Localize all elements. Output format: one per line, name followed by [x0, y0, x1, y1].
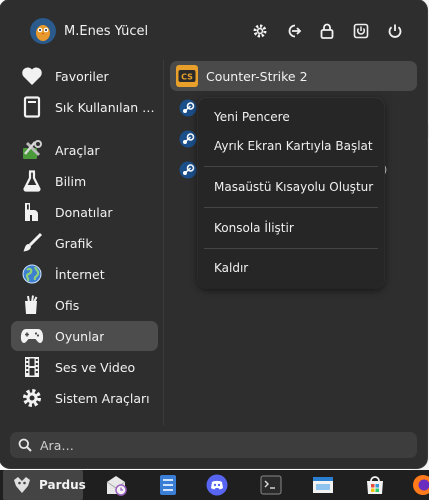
- sidebar-item-sistem-araclari[interactable]: Sistem Araçları: [11, 383, 158, 413]
- sidebar-item-label: Ofis: [55, 297, 80, 313]
- app-counter-strike-2[interactable]: CS Counter-Strike 2: [170, 61, 417, 91]
- context-item-remove[interactable]: Kaldır: [214, 261, 248, 275]
- search-bar[interactable]: [10, 432, 417, 458]
- sidebar-item-label: Oyunlar: [55, 328, 105, 344]
- heart-icon: [20, 64, 44, 88]
- power-icon[interactable]: [386, 22, 404, 40]
- lock-icon[interactable]: [318, 22, 336, 40]
- username: M.Enes Yücel: [64, 23, 149, 39]
- sidebar-item-ofis[interactable]: Ofis: [11, 290, 158, 320]
- start-label: Pardus: [39, 478, 86, 492]
- app-label: Counter-Strike 2: [206, 68, 308, 84]
- sidebar-item-label: Ses ve Video: [55, 359, 136, 375]
- settings-icon[interactable]: [251, 22, 269, 40]
- window-icon[interactable]: [312, 474, 334, 496]
- gear-icon: [20, 386, 44, 410]
- sidebar-item-label: Favoriler: [55, 68, 109, 84]
- sidebar-item-label: Sık Kullanılan Uygulamalar: [55, 99, 158, 115]
- owl-avatar-icon: [30, 18, 56, 44]
- steam-icon[interactable]: [179, 130, 197, 148]
- user-header: M.Enes Yücel: [30, 17, 148, 45]
- file-manager-icon[interactable]: [157, 474, 179, 496]
- search-input[interactable]: [38, 436, 402, 454]
- accessories-icon: [20, 200, 44, 224]
- sidebar-item-araclar[interactable]: Araçlar: [11, 135, 158, 165]
- context-separator: [204, 207, 378, 208]
- panel-divider: [163, 60, 164, 425]
- context-item-desktop-shortcut[interactable]: Masaüstü Kısayolu Oluştur: [214, 180, 373, 194]
- discord-icon[interactable]: [206, 474, 228, 496]
- sidebar-item-label: İnternet: [55, 266, 105, 282]
- sidebar-item-oyunlar[interactable]: Oyunlar: [11, 321, 158, 351]
- globe-icon: [20, 262, 44, 286]
- sidebar-item-donatilar[interactable]: Donatılar: [11, 197, 158, 227]
- flask-icon: [20, 169, 44, 193]
- brush-icon: [20, 231, 44, 255]
- steam-icon[interactable]: [179, 161, 197, 179]
- firefox-icon[interactable]: [412, 474, 429, 496]
- sidebar-item-label: Grafik: [55, 235, 93, 251]
- film-icon: [20, 355, 44, 379]
- logout-icon[interactable]: [285, 22, 303, 40]
- mail-clock-icon[interactable]: [105, 474, 127, 496]
- steam-icon[interactable]: [179, 99, 197, 117]
- document-icon: [20, 95, 44, 119]
- restart-icon[interactable]: [352, 22, 370, 40]
- office-icon: [20, 293, 44, 317]
- application-menu: M.Enes Yücel Favoriler Sık Kullanılan Uy…: [0, 0, 427, 468]
- context-item-new-window[interactable]: Yeni Pencere: [214, 110, 290, 124]
- context-separator: [204, 248, 378, 249]
- sidebar-item-favoriler[interactable]: Favoriler: [11, 61, 158, 91]
- context-item-dedicated-gpu[interactable]: Ayrık Ekran Kartıyla Başlat: [214, 139, 373, 153]
- terminal-icon[interactable]: [260, 474, 282, 496]
- context-item-attach-console[interactable]: Konsola İliştir: [214, 221, 294, 235]
- tools-icon: [20, 138, 44, 162]
- sidebar-item-sik-kullanilan[interactable]: Sık Kullanılan Uygulamalar: [11, 92, 158, 122]
- svg-text:CS: CS: [181, 73, 193, 82]
- context-separator: [204, 166, 378, 167]
- cs2-icon: CS: [176, 65, 198, 87]
- sidebar-item-label: Bilim: [55, 173, 87, 189]
- sidebar-item-internet[interactable]: İnternet: [11, 259, 158, 289]
- sidebar-item-grafik[interactable]: Grafik: [11, 228, 158, 258]
- start-button[interactable]: Pardus: [3, 470, 86, 500]
- sidebar-item-label: Donatılar: [55, 204, 113, 220]
- context-menu: Yeni Pencere Ayrık Ekran Kartıyla Başlat…: [198, 98, 384, 288]
- sidebar-item-label: Sistem Araçları: [55, 390, 150, 406]
- sidebar-item-ses-ve-video[interactable]: Ses ve Video: [11, 352, 158, 382]
- sidebar-item-bilim[interactable]: Bilim: [11, 166, 158, 196]
- pardus-logo-icon: [11, 474, 33, 496]
- sidebar-item-label: Araçlar: [55, 142, 100, 158]
- taskbar: Pardus: [0, 470, 429, 500]
- store-icon[interactable]: [364, 474, 386, 496]
- avatar[interactable]: [30, 18, 56, 44]
- gamepad-icon: [20, 324, 44, 348]
- search-icon: [18, 438, 32, 452]
